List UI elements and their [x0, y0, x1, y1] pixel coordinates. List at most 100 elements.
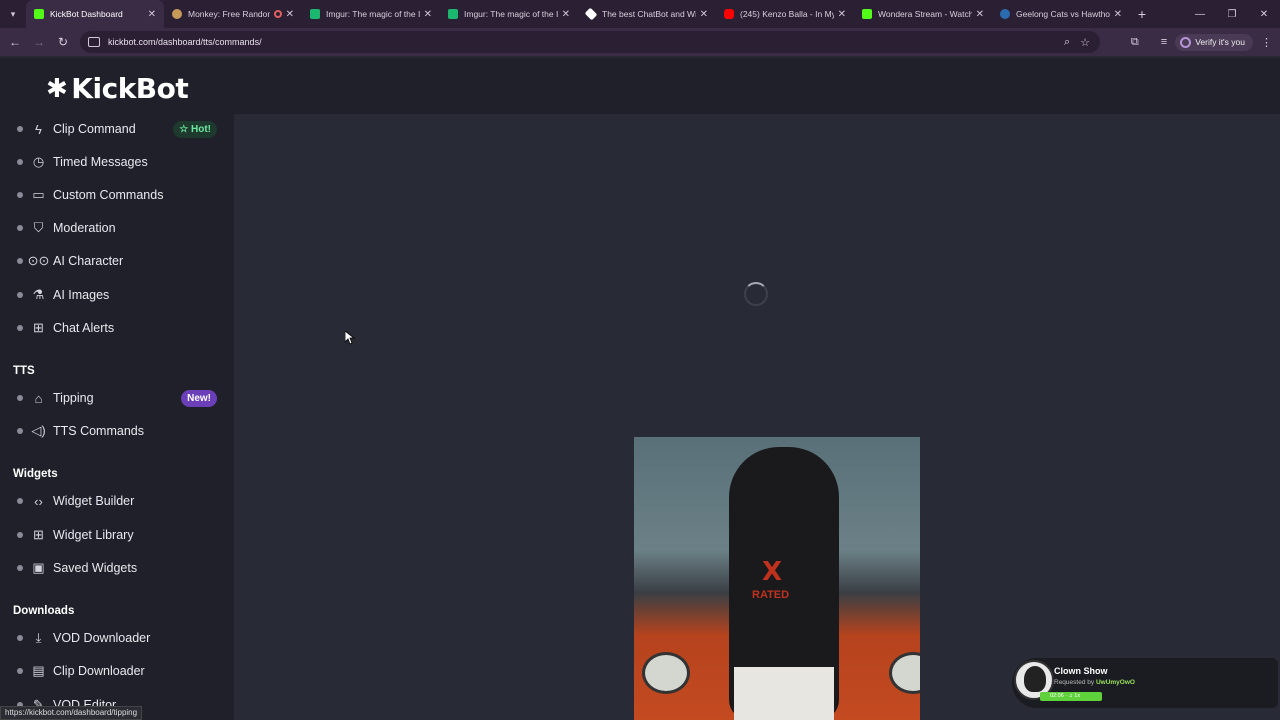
minimize-icon[interactable]: —: [1184, 9, 1216, 20]
sidebar-item-saved-widgets[interactable]: ▣ Saved Widgets: [0, 553, 234, 583]
sidebar-item-label: Custom Commands: [53, 188, 164, 202]
new-tab-icon[interactable]: +: [1130, 6, 1154, 22]
tab-imgur-2[interactable]: Imgur: The magic of the I ✕: [440, 0, 578, 28]
close-tab-icon[interactable]: ✕: [148, 9, 156, 20]
diamond-favicon-icon: [584, 7, 598, 21]
sidebar-item-label: Timed Messages: [53, 155, 148, 169]
tab-title: Imgur: The magic of the I: [464, 9, 558, 19]
sidebar-item-label: Widget Library: [53, 528, 134, 542]
song-request-widget: Clown Show Requested by UwUmyOwO 02:06 ·…: [1012, 658, 1278, 708]
browser-toolbar: ← → ↻ kickbot.com/dashboard/tts/commands…: [0, 28, 1280, 56]
kick-favicon-icon: [862, 9, 872, 19]
tab-title: Monkey: Free Random: [188, 9, 270, 19]
sidebar-item-clip-command[interactable]: ϟ Clip Command ☆ Hot!: [0, 114, 234, 144]
tab-chatbot[interactable]: The best ChatBot and Wi ✕: [578, 0, 716, 28]
bullet-dot: [17, 325, 23, 331]
close-tab-icon[interactable]: ✕: [1114, 9, 1122, 20]
section-heading-tts: TTS: [13, 365, 35, 377]
youtube-favicon-icon: [724, 9, 734, 19]
close-tab-icon[interactable]: ✕: [562, 9, 570, 20]
reload-icon[interactable]: ↻: [51, 35, 75, 49]
site-info-icon[interactable]: [88, 37, 100, 47]
tab-geelong[interactable]: Geelong Cats vs Hawthor ✕: [992, 0, 1130, 28]
speaker-icon: ◁): [31, 423, 46, 438]
tab-kickbot-dashboard[interactable]: KickBot Dashboard ✕: [26, 0, 164, 28]
sidebar-item-label: Chat Alerts: [53, 321, 115, 335]
saved-icon: ▣: [32, 560, 45, 575]
sidebar-item-tipping[interactable]: ⌂ Tipping New!: [0, 383, 234, 413]
zoom-icon[interactable]: ⌕: [1064, 36, 1070, 49]
sidebar-item-tts-commands[interactable]: ◁) TTS Commands: [0, 416, 234, 446]
media-control-icon[interactable]: ≡: [1161, 36, 1167, 48]
sidebar-item-label: Saved Widgets: [53, 561, 138, 575]
bullet-dot: [17, 395, 23, 401]
extensions-icon[interactable]: ⧉: [1131, 36, 1139, 49]
tab-youtube[interactable]: (245) Kenzo Balla - In My ✕: [716, 0, 854, 28]
section-heading-downloads: Downloads: [13, 605, 75, 617]
tab-title: The best ChatBot and Wi: [602, 9, 696, 19]
close-tab-icon[interactable]: ✕: [700, 9, 708, 20]
song-progress-bar: 02:06 · ♫ 1x: [1040, 692, 1102, 701]
close-tab-icon[interactable]: ✕: [286, 9, 294, 20]
glasses-icon: ⊙⊙: [27, 253, 50, 268]
sidebar-item-label: Moderation: [53, 221, 116, 235]
car-headlight: [889, 652, 920, 694]
loading-spinner-icon: [744, 282, 768, 306]
status-url-bubble: https://kickbot.com/dashboard/tipping: [0, 706, 143, 720]
sidebar-item-vod-downloader[interactable]: ⤓ VOD Downloader: [0, 623, 234, 653]
sidebar-item-widget-library[interactable]: ⊞ Widget Library: [0, 520, 234, 550]
address-bar[interactable]: kickbot.com/dashboard/tts/commands/: [80, 31, 1100, 53]
window-controls: — ❐ ✕: [1184, 0, 1280, 28]
restore-icon[interactable]: ❐: [1216, 9, 1248, 20]
tab-imgur-1[interactable]: Imgur: The magic of the I ✕: [302, 0, 440, 28]
mouse-cursor-icon: [345, 331, 355, 345]
tab-title: (245) Kenzo Balla - In My: [740, 9, 834, 19]
sidebar-item-moderation[interactable]: ⛉ Moderation: [0, 213, 234, 243]
url-text: kickbot.com/dashboard/tts/commands/: [108, 37, 262, 47]
menu-kebab-icon[interactable]: ⋮: [1261, 36, 1272, 49]
imgur-favicon-icon: [448, 9, 458, 19]
sidebar-item-chat-alerts[interactable]: ⊞ Chat Alerts: [0, 313, 234, 343]
sidebar-item-timed-messages[interactable]: ◷ Timed Messages: [0, 147, 234, 177]
tab-wondera[interactable]: Wondera Stream - Watch ✕: [854, 0, 992, 28]
bullet-dot: [17, 126, 23, 132]
app-header: [0, 58, 1280, 114]
grid-icon: ⊞: [33, 527, 44, 542]
tab-title: Wondera Stream - Watch: [878, 9, 972, 19]
sidebar-item-clip-downloader[interactable]: ▤ Clip Downloader: [0, 656, 234, 686]
bullet-dot: [17, 192, 23, 198]
back-icon[interactable]: ←: [3, 35, 27, 49]
tab-title: Imgur: The magic of the I: [326, 9, 420, 19]
close-window-icon[interactable]: ✕: [1248, 9, 1280, 20]
tab-monkey[interactable]: Monkey: Free Random ✕: [164, 0, 302, 28]
sidebar-item-label: Clip Downloader: [53, 664, 145, 678]
car-headlight: [642, 652, 690, 694]
close-tab-icon[interactable]: ✕: [424, 9, 432, 20]
photo-pants: [734, 667, 834, 720]
bullet-dot: [17, 565, 23, 571]
sidebar-item-label: Clip Command: [53, 122, 136, 136]
flask-icon: ⚗: [32, 287, 45, 302]
close-tab-icon[interactable]: ✕: [838, 9, 846, 20]
overlay-photo: X RATED: [634, 437, 920, 720]
file-icon: ▤: [32, 663, 45, 678]
bullet-dot: [17, 668, 23, 674]
sidebar-item-ai-character[interactable]: ⊙⊙ AI Character: [0, 246, 234, 276]
tag-icon: ▭: [32, 187, 45, 202]
forward-icon[interactable]: →: [27, 35, 51, 49]
new-badge: New!: [181, 389, 217, 407]
verify-button[interactable]: Verify it's you: [1175, 33, 1253, 51]
imgur-favicon-icon: [310, 9, 320, 19]
tab-search-chevron-icon[interactable]: ▾: [0, 0, 26, 28]
bookmark-star-icon[interactable]: ☆: [1080, 36, 1090, 49]
profile-icon: [1180, 36, 1192, 48]
kickbot-logo[interactable]: ✱ KickBot: [46, 72, 189, 105]
monkey-favicon-icon: [172, 9, 182, 19]
sidebar-item-custom-commands[interactable]: ▭ Custom Commands: [0, 180, 234, 210]
sidebar-item-ai-images[interactable]: ⚗ AI Images: [0, 280, 234, 310]
bullet-dot: [17, 532, 23, 538]
sidebar-item-label: AI Character: [53, 254, 124, 268]
bullet-dot: [17, 292, 23, 298]
close-tab-icon[interactable]: ✕: [976, 9, 984, 20]
sidebar-item-widget-builder[interactable]: ‹› Widget Builder: [0, 486, 234, 516]
